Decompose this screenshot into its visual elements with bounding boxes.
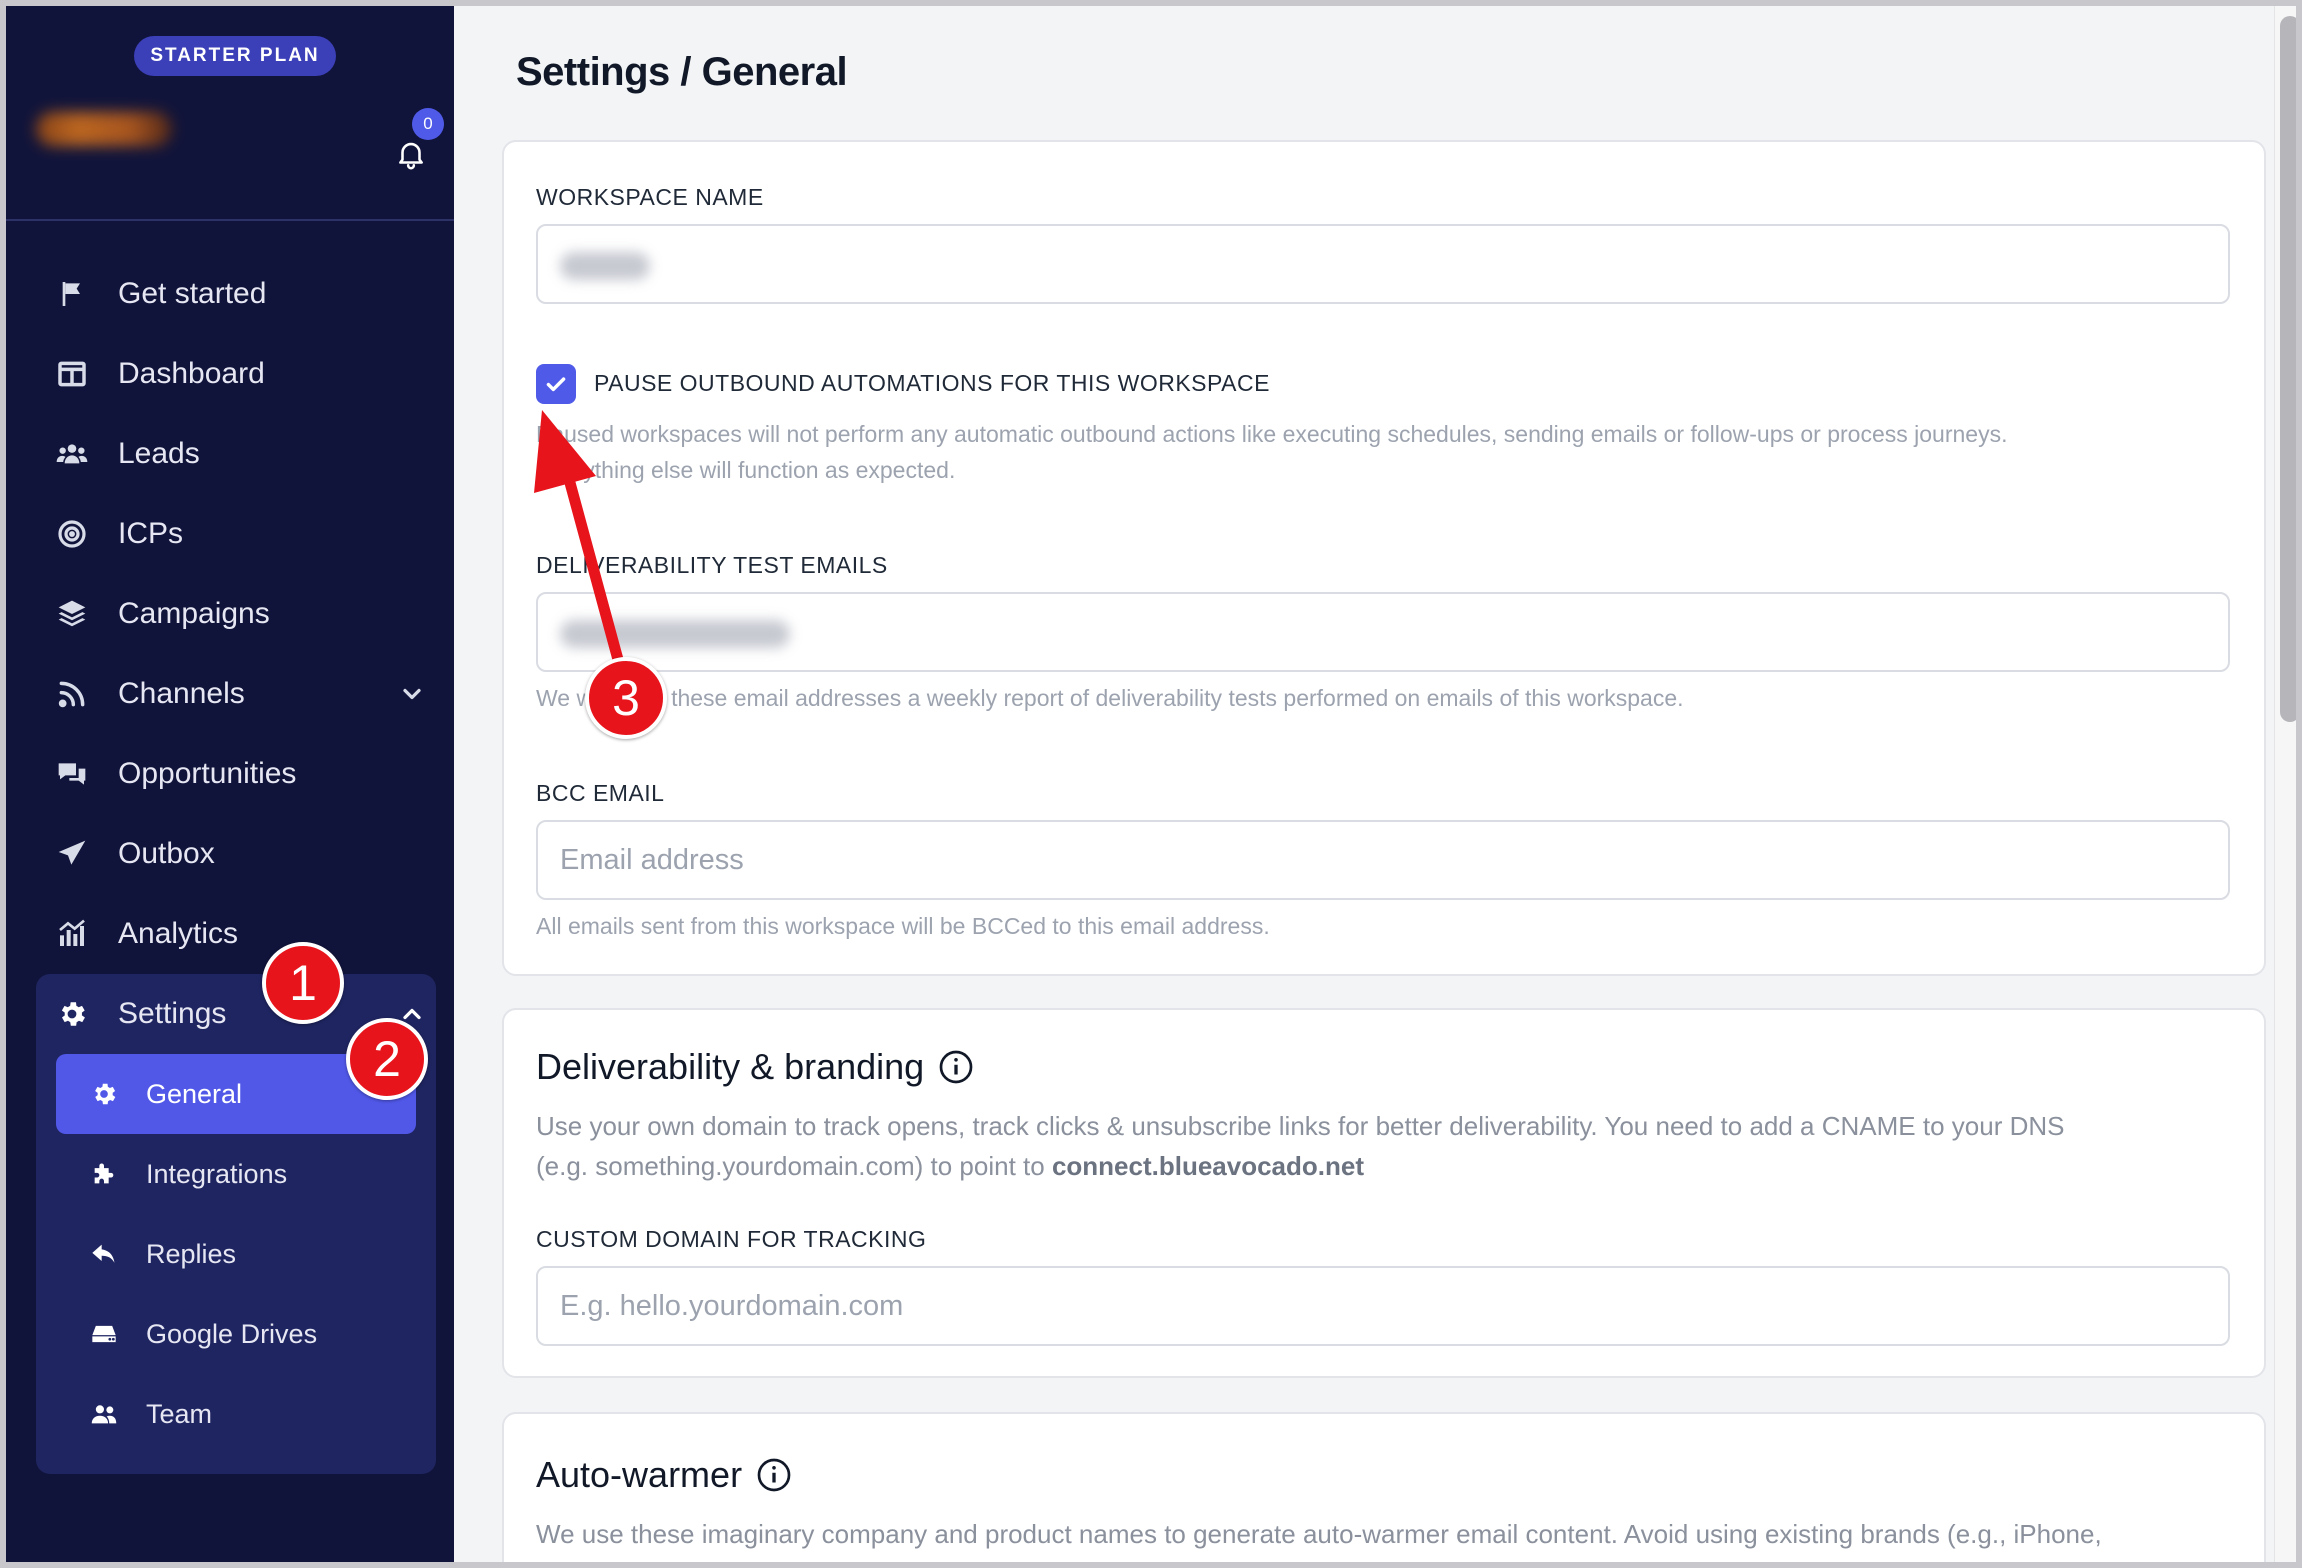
sidebar-item-label: Get started — [118, 277, 267, 310]
deliverability-help: We will send these email addresses a wee… — [536, 685, 1684, 711]
users-icon — [56, 437, 102, 471]
drive-icon — [90, 1319, 126, 1349]
layers-icon — [56, 597, 102, 631]
bcc-help: All emails sent from this workspace will… — [536, 913, 1270, 939]
sub-item-label: Google Drives — [146, 1318, 318, 1349]
checkmark-icon — [546, 377, 566, 392]
rss-icon — [56, 677, 102, 711]
sub-item-label: Replies — [146, 1238, 237, 1269]
sub-item-label: Team — [146, 1398, 213, 1429]
pause-help-line-2: Everything else will function as expecte… — [536, 457, 956, 483]
sub-item-label: Integrations — [146, 1158, 288, 1189]
cname-target-domain: connect.blueavocado.net — [1051, 1151, 1365, 1181]
sidebar-item-leads[interactable]: Leads — [56, 426, 426, 482]
settings-sub-item-replies[interactable]: Replies — [56, 1214, 416, 1294]
sidebar-item-label: Outbox — [118, 837, 215, 870]
pause-automations-label[interactable]: PAUSE OUTBOUND AUTOMATIONS FOR THIS WORK… — [594, 370, 1270, 397]
sidebar-item-label: Leads — [118, 437, 200, 470]
deliverability-emails-blurred-value — [560, 620, 790, 648]
chevron-down-icon[interactable] — [398, 680, 426, 708]
branding-desc-line-2: (e.g. something.yourdomain.com) to point… — [536, 1146, 2236, 1186]
team-icon — [90, 1399, 126, 1429]
sidebar-item-icps[interactable]: ICPs — [56, 506, 426, 562]
settings-sub-item-integrations[interactable]: Integrations — [56, 1134, 416, 1214]
custom-domain-label: CUSTOM DOMAIN FOR TRACKING — [536, 1226, 927, 1252]
send-icon — [56, 837, 102, 871]
bcc-email-input[interactable] — [536, 820, 2230, 900]
workspace-name-blurred-value — [560, 252, 650, 280]
deliverability-emails-input[interactable] — [536, 592, 2230, 672]
branding-title-text: Deliverability & branding — [536, 1046, 925, 1087]
flag-icon — [56, 277, 102, 311]
sidebar-item-channels[interactable]: Channels — [56, 666, 426, 722]
workspace-switcher-blurred[interactable] — [36, 112, 172, 146]
reply-icon — [90, 1239, 126, 1269]
gear-icon — [56, 997, 102, 1031]
sidebar-item-label: Settings — [118, 997, 227, 1030]
branding-section-title: Deliverability & branding — [536, 1046, 974, 1088]
sidebar: STARTER PLAN 0 Get started Dashboard Lea… — [6, 6, 454, 1562]
page-title: Settings / General — [516, 50, 848, 94]
sidebar-divider — [6, 219, 454, 221]
sidebar-item-outbox[interactable]: Outbox — [56, 826, 426, 882]
sidebar-item-opportunities[interactable]: Opportunities — [56, 746, 426, 802]
main-content: Settings / General WORKSPACE NAME PAUSE … — [454, 6, 2274, 1562]
pause-help-line-1: Paused workspaces will not perform any a… — [536, 421, 2008, 447]
autowarmer-desc-line-1: We use these imaginary company and produ… — [536, 1519, 2102, 1549]
sidebar-item-label: Opportunities — [118, 757, 297, 790]
settings-sub-item-team[interactable]: Team — [56, 1374, 416, 1454]
info-icon[interactable] — [938, 1049, 974, 1085]
sidebar-item-label: ICPs — [118, 517, 184, 550]
sidebar-item-label: Channels — [118, 677, 245, 710]
custom-domain-input[interactable] — [536, 1266, 2230, 1346]
notifications-bell-icon[interactable] — [394, 136, 428, 172]
sidebar-item-get-started[interactable]: Get started — [56, 266, 426, 322]
sidebar-item-dashboard[interactable]: Dashboard — [56, 346, 426, 402]
branding-desc-line-1: Use your own domain to track opens, trac… — [536, 1111, 2065, 1141]
plan-badge[interactable]: STARTER PLAN — [134, 36, 336, 76]
general-settings-card: WORKSPACE NAME PAUSE OUTBOUND AUTOMATION… — [502, 140, 2266, 976]
scrollbar-thumb[interactable] — [2280, 16, 2296, 722]
settings-sub-item-google-drives[interactable]: Google Drives — [56, 1294, 416, 1374]
puzzle-icon — [90, 1159, 126, 1189]
autowarmer-title-text: Auto-warmer — [536, 1454, 743, 1495]
notifications-count-badge: 0 — [412, 108, 444, 140]
chat-icon — [56, 757, 102, 791]
annotation-marker-1: 1 — [262, 942, 344, 1024]
auto-warmer-card: Auto-warmer We use these imaginary compa… — [502, 1412, 2266, 1562]
deliverability-emails-label: DELIVERABILITY TEST EMAILS — [536, 552, 888, 578]
chart-icon — [56, 917, 102, 951]
sidebar-item-campaigns[interactable]: Campaigns — [56, 586, 426, 642]
annotation-marker-3: 3 — [585, 657, 667, 739]
sidebar-item-label: Dashboard — [118, 357, 265, 390]
gear-icon — [90, 1079, 126, 1109]
sub-item-label: General — [146, 1078, 243, 1109]
annotation-marker-2: 2 — [346, 1018, 428, 1100]
sidebar-item-label: Analytics — [118, 917, 239, 950]
autowarmer-desc-line-2: Sony, etc.). — [536, 1554, 2236, 1562]
sidebar-item-analytics[interactable]: Analytics — [56, 906, 426, 962]
sidebar-item-label: Campaigns — [118, 597, 270, 630]
pause-automations-checkbox[interactable] — [536, 364, 576, 404]
app-window: STARTER PLAN 0 Get started Dashboard Lea… — [0, 0, 2302, 1568]
workspace-name-input[interactable] — [536, 224, 2230, 304]
branding-desc-prefix: (e.g. something.yourdomain.com) to point… — [536, 1151, 1052, 1181]
target-icon — [56, 517, 102, 551]
columns-icon — [56, 357, 102, 391]
bcc-email-label: BCC EMAIL — [536, 780, 665, 806]
autowarmer-section-title: Auto-warmer — [536, 1454, 792, 1496]
deliverability-branding-card: Deliverability & branding Use your own d… — [502, 1008, 2266, 1378]
workspace-name-label: WORKSPACE NAME — [536, 184, 764, 210]
info-icon[interactable] — [756, 1457, 792, 1493]
